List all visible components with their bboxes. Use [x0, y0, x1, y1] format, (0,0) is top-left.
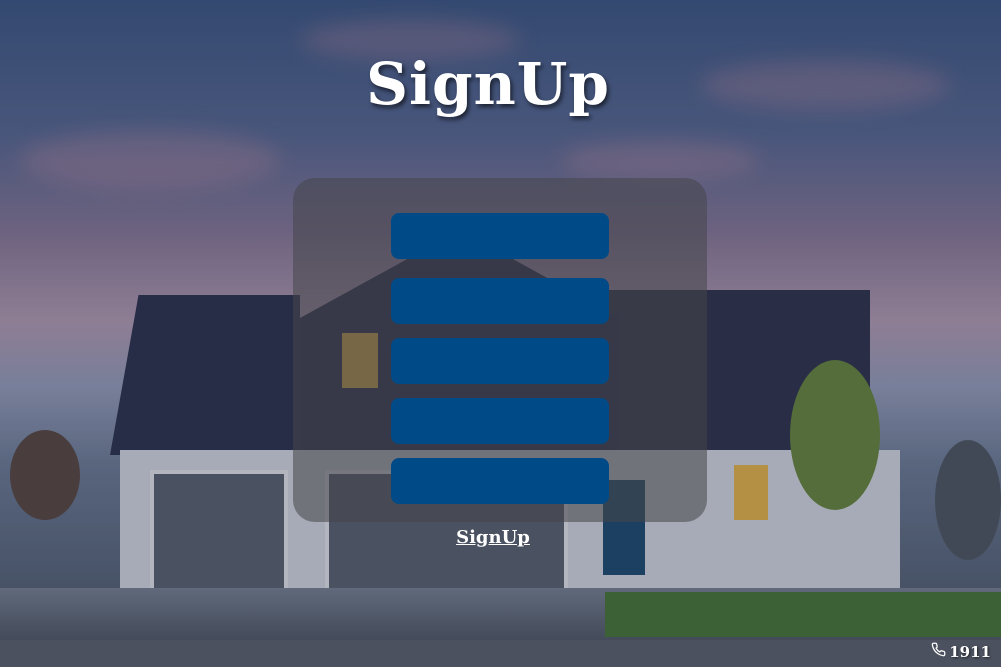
page-title: SignUp [366, 50, 610, 118]
signup-field-5[interactable] [391, 458, 609, 504]
signup-field-1[interactable] [391, 213, 609, 259]
phone-icon [931, 642, 946, 661]
signup-submit-link[interactable]: SignUp [393, 527, 593, 548]
phone-number: 1911 [949, 642, 991, 661]
signup-field-2[interactable] [391, 278, 609, 324]
phone-contact[interactable]: 1911 [931, 642, 991, 661]
signup-field-4[interactable] [391, 398, 609, 444]
signup-field-3[interactable] [391, 338, 609, 384]
